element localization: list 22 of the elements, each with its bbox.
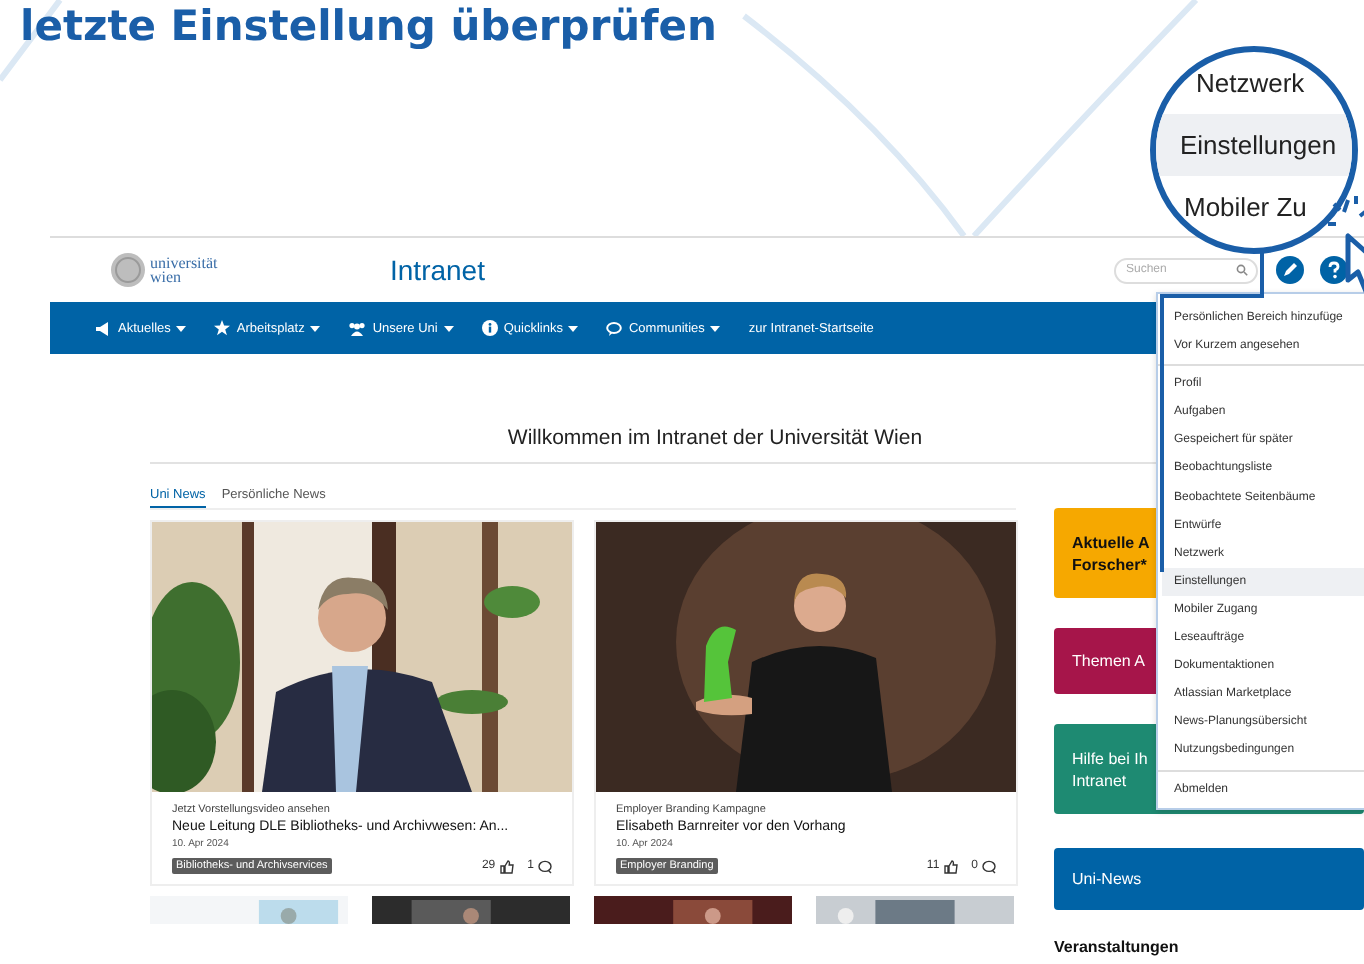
seal-icon (110, 252, 146, 288)
welcome-heading: Willkommen im Intranet der Universität Wien (150, 426, 1160, 464)
menu-item[interactable]: Netzwerk (1156, 52, 1352, 114)
thumbs-up-icon[interactable] (943, 859, 958, 873)
group-icon (348, 321, 367, 335)
search-icon (1236, 264, 1248, 276)
page-heading: letzte Einstellung überprüfen (18, 0, 719, 52)
star-icon (214, 320, 231, 336)
comment-icon[interactable] (982, 859, 996, 873)
help-icon[interactable] (1320, 256, 1348, 284)
pencil-icon[interactable] (1276, 256, 1304, 284)
thumbs-up-icon[interactable] (499, 859, 514, 873)
chat-icon (606, 321, 623, 335)
comment-icon[interactable] (538, 859, 552, 873)
info-icon (481, 320, 498, 336)
menu-item[interactable]: Einstellungen (1156, 114, 1352, 176)
menu-item[interactable]: Mobiler Zu (1156, 176, 1352, 238)
section-heading: Veranstaltungen (1054, 938, 1181, 956)
logo-text: universität wien (150, 256, 218, 284)
megaphone-icon (96, 321, 112, 335)
link-tile[interactable]: Uni-News (1054, 848, 1364, 910)
site-title: Intranet (390, 254, 485, 286)
